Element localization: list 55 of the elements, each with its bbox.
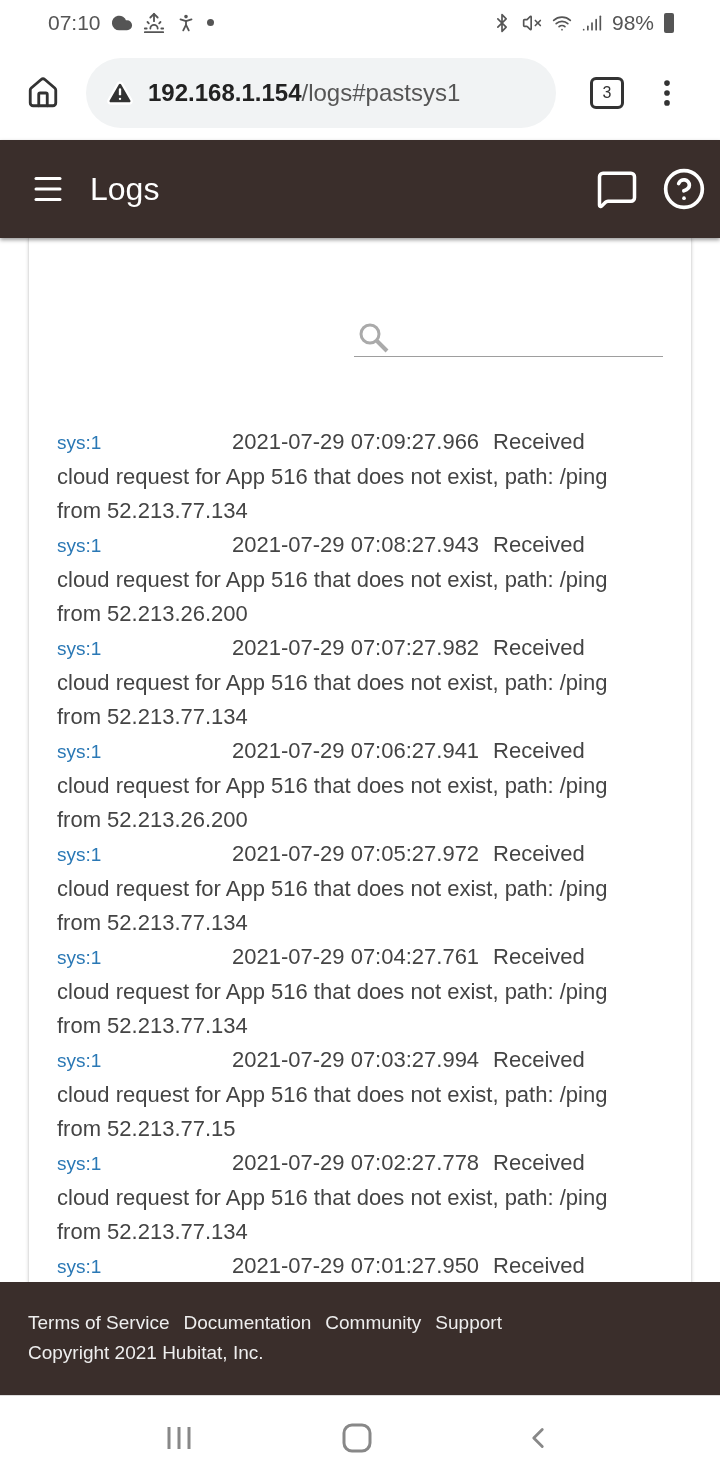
mute-icon xyxy=(521,12,542,33)
log-message: Received xyxy=(493,428,585,456)
log-message-continued: cloud request for App 516 that does not exist, path: /ping from 52.213.77.134 xyxy=(57,669,609,731)
log-timestamp: 2021-07-29 07:08:27.943 xyxy=(232,531,480,559)
footer-link[interactable]: Community xyxy=(325,1308,422,1338)
log-source-link[interactable]: sys:1 xyxy=(57,838,232,872)
log-message: Received xyxy=(493,634,585,662)
battery-percentage: 98% xyxy=(611,10,654,35)
log-timestamp: 2021-07-29 07:09:27.966 xyxy=(232,428,480,456)
help-icon[interactable] xyxy=(662,167,706,211)
log-timestamp: 2021-07-29 07:05:27.972 xyxy=(232,840,480,868)
log-message-continued: cloud request for App 516 that does not exist, path: /ping from 52.213.26.200 xyxy=(57,566,609,628)
page-title: Logs xyxy=(90,170,160,208)
footer-link[interactable]: Support xyxy=(435,1308,502,1338)
log-source-link[interactable]: sys:1 xyxy=(57,529,232,563)
log-source-link[interactable]: sys:1 xyxy=(57,1044,232,1078)
log-source-link[interactable]: sys:1 xyxy=(57,1250,232,1282)
notification-dot-icon xyxy=(206,19,214,26)
log-message: Received xyxy=(493,531,585,559)
log-source-link[interactable]: sys:1 xyxy=(57,632,232,666)
home-button-icon[interactable] xyxy=(342,1423,372,1453)
tab-count-button[interactable]: 3 xyxy=(590,76,624,109)
search-icon xyxy=(358,322,390,354)
log-source-link[interactable]: sys:1 xyxy=(57,1147,232,1181)
log-message: Received xyxy=(493,1252,585,1280)
battery-icon xyxy=(664,12,674,33)
log-timestamp: 2021-07-29 07:02:27.778 xyxy=(232,1149,480,1177)
log-timestamp: 2021-07-29 07:07:27.982 xyxy=(232,634,480,662)
log-source-link[interactable]: sys:1 xyxy=(57,426,232,460)
footer-link[interactable]: Documentation xyxy=(183,1308,312,1338)
log-timestamp: 2021-07-29 07:06:27.941 xyxy=(232,737,480,765)
home-icon[interactable] xyxy=(26,75,60,110)
log-source-link[interactable]: sys:1 xyxy=(57,735,232,769)
log-message: Received xyxy=(493,943,585,971)
footer-link[interactable]: Terms of Service xyxy=(28,1308,170,1338)
warning-icon xyxy=(106,78,134,107)
log-message: Received xyxy=(493,840,585,868)
log-message-continued: cloud request for App 516 that does not exist, path: /ping from 52.213.77.134 xyxy=(57,463,609,525)
sunrise-icon xyxy=(142,11,165,34)
log-message-continued: cloud request for App 516 that does not exist, path: /ping from 52.213.77.134 xyxy=(57,978,609,1040)
status-time: 07:10 xyxy=(48,10,101,35)
log-message-continued: cloud request for App 516 that does not exist, path: /ping from 52.213.77.134 xyxy=(57,875,609,937)
log-timestamp: 2021-07-29 07:04:27.761 xyxy=(232,943,480,971)
log-message: Received xyxy=(493,737,585,765)
log-timestamp: 2021-07-29 07:03:27.994 xyxy=(232,1046,480,1074)
log-timestamp: 2021-07-29 07:01:27.950 xyxy=(232,1252,480,1280)
copyright-text: Copyright 2021 Hubitat, Inc. xyxy=(28,1341,265,1365)
log-message-continued: cloud request for App 516 that does not exist, path: /ping from 52.213.26.200 xyxy=(57,772,609,834)
log-message-continued: cloud request for App 516 that does not exist, path: /ping from 52.213.77.15 xyxy=(57,1081,609,1143)
log-message: Received xyxy=(493,1149,585,1177)
log-source-link[interactable]: sys:1 xyxy=(57,941,232,975)
address-bar[interactable]: 192.168.1.154/logs#pastsys1 xyxy=(86,57,556,128)
url-text: 192.168.1.154/logs#pastsys1 xyxy=(148,78,461,107)
log-message-continued: cloud request for App 516 that does not exist, path: /ping from 52.213.77.134 xyxy=(57,1184,609,1246)
log-message: Received xyxy=(493,1046,585,1074)
